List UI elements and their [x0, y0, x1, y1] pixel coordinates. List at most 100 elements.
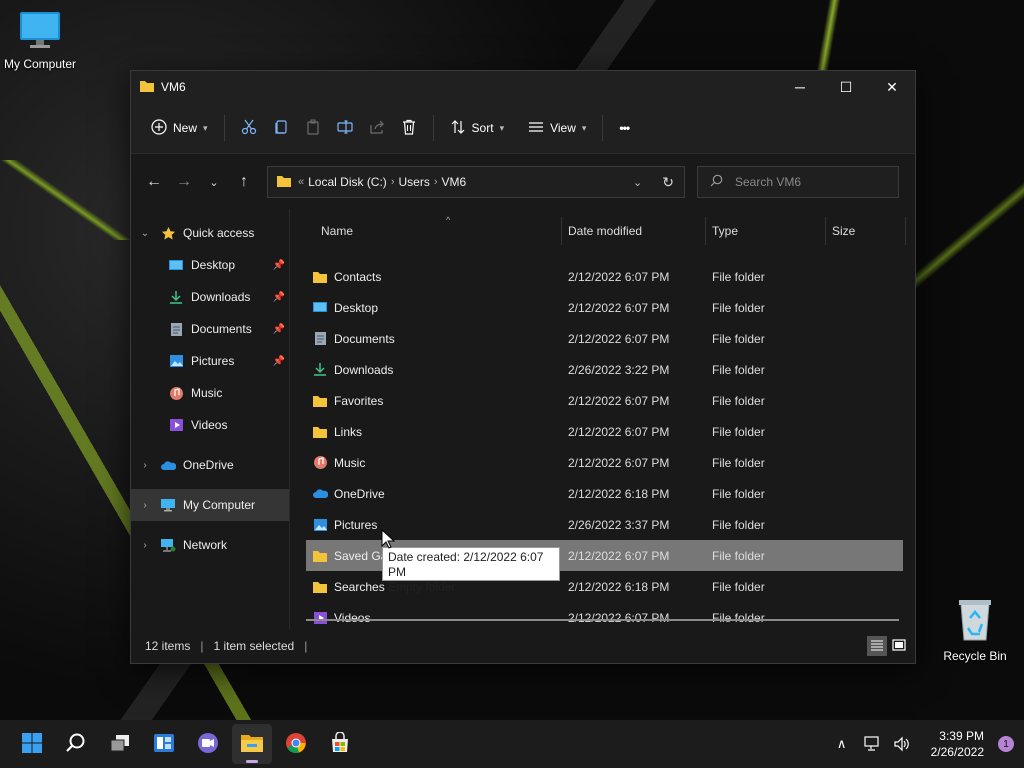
file-row[interactable]: Favorites 2/12/2022 6:07 PM File folder: [306, 385, 903, 416]
file-row[interactable]: Downloads 2/26/2022 3:22 PM File folder: [306, 354, 903, 385]
back-button[interactable]: ←: [139, 167, 169, 197]
sort-button[interactable]: Sort ▾: [442, 112, 513, 144]
chevron-down-icon: ⌄: [140, 227, 150, 239]
address-overflow[interactable]: «: [298, 176, 304, 188]
nav-item-music[interactable]: Music: [131, 377, 289, 409]
sort-icon: [450, 119, 466, 138]
chevron-right-icon: ›: [143, 459, 147, 471]
desktop-icon-recycle-bin[interactable]: Recycle Bin: [935, 598, 1015, 663]
share-button[interactable]: [361, 112, 393, 144]
file-date: 2/12/2022 6:07 PM: [568, 455, 670, 470]
task-view-taskbar-button[interactable]: [100, 724, 140, 764]
cut-button[interactable]: [233, 112, 265, 144]
recent-locations-button[interactable]: ⌄: [199, 167, 229, 197]
paste-button[interactable]: [297, 112, 329, 144]
notification-badge[interactable]: 1: [998, 736, 1014, 752]
title-bar[interactable]: VM6 ─ ☐ ✕: [131, 71, 915, 103]
more-options-button[interactable]: •••: [611, 112, 637, 144]
view-button[interactable]: View ▾: [520, 112, 594, 144]
file-row[interactable]: Links 2/12/2022 6:07 PM File folder: [306, 416, 903, 447]
maximize-button[interactable]: ☐: [823, 71, 869, 103]
onedrive-icon: [312, 487, 328, 501]
onedrive-icon: [159, 457, 177, 473]
breadcrumb-separator[interactable]: ›: [391, 176, 395, 188]
tiles-view-button[interactable]: [889, 636, 909, 656]
start-icon: [21, 732, 43, 757]
breadcrumb-users[interactable]: Users: [398, 175, 429, 189]
show-hidden-icons-button[interactable]: ∧: [831, 733, 853, 755]
window-title: VM6: [161, 80, 186, 94]
delete-icon: [401, 119, 417, 138]
copy-button[interactable]: [265, 112, 297, 144]
file-row[interactable]: Pictures 2/26/2022 3:37 PM File folder: [306, 509, 903, 540]
breadcrumb-separator[interactable]: ›: [434, 176, 438, 188]
forward-button[interactable]: →: [169, 167, 199, 197]
new-button[interactable]: New ▾: [143, 112, 216, 144]
plus-circle-icon: [151, 118, 167, 138]
breadcrumb-local-disk[interactable]: Local Disk (C:): [308, 175, 387, 189]
videos-folder-icon: [167, 417, 185, 433]
nav-my-computer[interactable]: › My Computer: [131, 489, 289, 521]
file-name: Searches: [334, 579, 385, 594]
address-dropdown-button[interactable]: ⌄: [633, 176, 642, 189]
pictures-folder-icon: [312, 518, 328, 532]
nav-network[interactable]: › Network: [131, 529, 289, 561]
address-bar[interactable]: « Local Disk (C:) › Users › VM6 ⌄ ↻: [267, 166, 685, 198]
nav-item-documents[interactable]: Documents 📌: [131, 313, 289, 345]
chevron-down-icon: ⌄: [209, 176, 219, 189]
file-type: File folder: [712, 393, 765, 408]
search-box[interactable]: [697, 166, 899, 198]
file-row[interactable]: Music 2/12/2022 6:07 PM File folder: [306, 447, 903, 478]
chevron-right-icon: ›: [143, 539, 147, 551]
paste-icon: [305, 119, 321, 138]
nav-item-desktop[interactable]: Desktop 📌: [131, 249, 289, 281]
volume-icon[interactable]: [891, 733, 913, 755]
teams-chat-taskbar-button[interactable]: [188, 724, 228, 764]
file-row[interactable]: Contacts 2/12/2022 6:07 PM File folder: [306, 261, 903, 292]
delete-button[interactable]: [393, 112, 425, 144]
chevron-down-icon: ▾: [581, 122, 587, 133]
toolbar-divider: [432, 115, 434, 141]
file-explorer-taskbar-button[interactable]: [232, 724, 272, 764]
file-row[interactable]: Desktop 2/12/2022 6:07 PM File folder: [306, 292, 903, 323]
desktop-icon-my-computer[interactable]: My Computer: [0, 10, 80, 71]
star-icon: [159, 225, 177, 241]
nav-item-videos[interactable]: Videos: [131, 409, 289, 441]
taskbar: ∧ 3:39 PM 2/26/2022 1: [0, 720, 1024, 768]
refresh-button[interactable]: ↻: [662, 174, 674, 191]
view-label: View: [550, 121, 576, 135]
column-header-date[interactable]: Date modified: [562, 217, 706, 245]
copy-icon: [273, 119, 289, 138]
nav-quick-access[interactable]: ⌄ Quick access: [131, 217, 289, 249]
rename-button[interactable]: [329, 112, 361, 144]
search-input[interactable]: [733, 174, 877, 190]
widgets-taskbar-button[interactable]: [144, 724, 184, 764]
search-icon: [65, 732, 87, 757]
minimize-button[interactable]: ─: [777, 71, 823, 103]
folder-icon: [312, 394, 328, 408]
view-list-icon: [528, 119, 544, 138]
search-taskbar-button[interactable]: [56, 724, 96, 764]
network-tray-icon[interactable]: [861, 733, 883, 755]
column-header-size[interactable]: Size: [826, 217, 906, 245]
column-header-name[interactable]: Name: [306, 217, 562, 245]
nav-onedrive[interactable]: › OneDrive: [131, 449, 289, 481]
clock[interactable]: 3:39 PM 2/26/2022: [931, 728, 984, 760]
file-row[interactable]: Documents 2/12/2022 6:07 PM File folder: [306, 323, 903, 354]
monitor-icon: [0, 10, 80, 53]
file-type: File folder: [712, 300, 765, 315]
breadcrumb-vm6[interactable]: VM6: [442, 175, 467, 189]
chrome-taskbar-button[interactable]: [276, 724, 316, 764]
horizontal-scrollbar[interactable]: [306, 619, 899, 621]
nav-item-pictures[interactable]: Pictures 📌: [131, 345, 289, 377]
pin-icon: 📌: [272, 355, 285, 367]
details-view-button[interactable]: [867, 636, 887, 656]
store-taskbar-button[interactable]: [320, 724, 360, 764]
start-taskbar-button[interactable]: [12, 724, 52, 764]
column-header-type[interactable]: Type: [706, 217, 826, 245]
file-row[interactable]: OneDrive 2/12/2022 6:18 PM File folder: [306, 478, 903, 509]
close-button[interactable]: ✕: [869, 71, 915, 103]
up-button[interactable]: ↑: [229, 167, 259, 197]
folder-icon: [312, 425, 328, 439]
nav-item-downloads[interactable]: Downloads 📌: [131, 281, 289, 313]
